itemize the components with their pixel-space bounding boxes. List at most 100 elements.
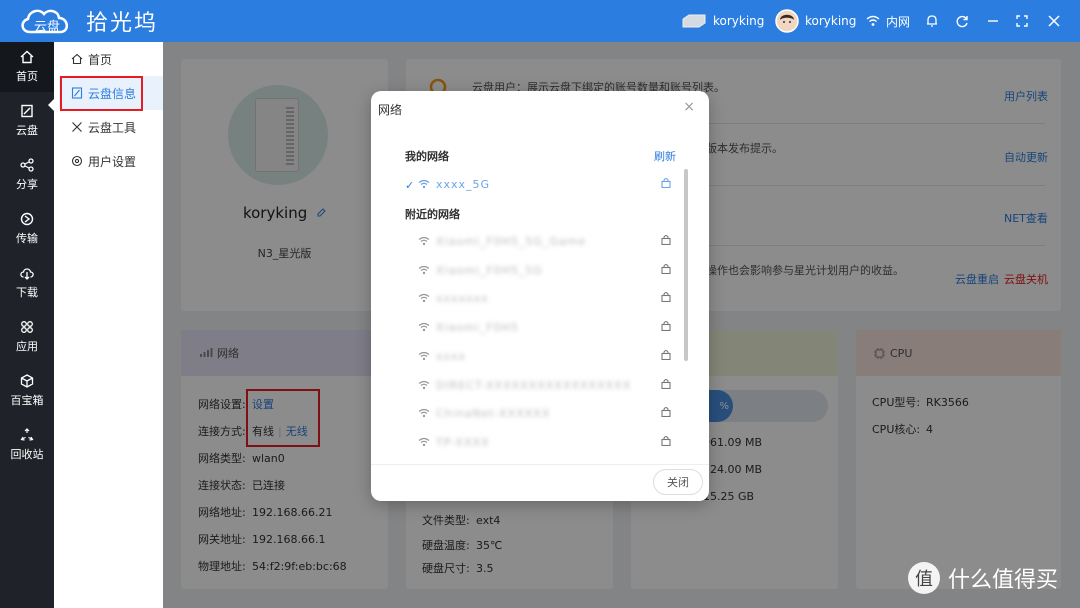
- minimize-button[interactable]: [987, 0, 1005, 42]
- tools-icon: [72, 122, 82, 132]
- avatar: [775, 9, 799, 33]
- ssid-label: xxxx: [436, 349, 467, 363]
- fullscreen-button[interactable]: [1016, 0, 1034, 42]
- sync-icon: [956, 15, 968, 28]
- lock-icon: [661, 320, 671, 331]
- sidebar-item-label: 回收站: [10, 448, 44, 461]
- subnav-item-label: 首页: [88, 52, 113, 67]
- subnav-item-label: 云盘工具: [88, 120, 137, 135]
- transfer-icon: [20, 212, 34, 226]
- close-icon: [1048, 15, 1060, 27]
- top-bar: 云盘 拾光坞 koryking koryking 内网: [0, 0, 1080, 42]
- close-dialog-button[interactable]: 关闭: [653, 469, 703, 495]
- sidebar-item-label: 百宝箱: [10, 394, 44, 407]
- sidebar-item-label: 下载: [16, 286, 38, 299]
- sidebar-item-cloud-disk[interactable]: 云盘: [0, 96, 54, 146]
- dialog-close-icon[interactable]: ×: [683, 99, 695, 115]
- wifi-icon: [866, 15, 880, 26]
- wifi-icon: [418, 408, 430, 418]
- lock-icon: [661, 177, 671, 188]
- lock-icon: [661, 263, 671, 274]
- network-label: 内网: [886, 14, 911, 29]
- nearby-network-row[interactable]: Xiaomi_F0H5_5G_Game: [418, 232, 671, 250]
- recycle-icon: [20, 428, 34, 441]
- wifi-icon: [418, 236, 430, 246]
- wifi-icon: [418, 351, 430, 361]
- sidebar-item-label: 传输: [16, 232, 38, 245]
- divider: [371, 464, 709, 465]
- notification-button[interactable]: [925, 0, 945, 42]
- lock-icon: [661, 349, 671, 360]
- wifi-icon: [418, 380, 430, 390]
- nearby-networks-heading: 附近的网络: [405, 208, 460, 221]
- ssid-label: Xiaomi_F0H5: [436, 320, 519, 334]
- watermark-text: 什么值得买: [948, 568, 1059, 593]
- watermark-badge: 值: [908, 562, 940, 594]
- user-menu[interactable]: koryking: [775, 0, 856, 42]
- nearby-network-row[interactable]: TP-XXXX: [418, 433, 671, 451]
- device-icon: [682, 14, 706, 28]
- sidebar-item-label: 云盘: [16, 124, 38, 137]
- sidebar-item-apps[interactable]: 应用: [0, 312, 54, 362]
- my-network-heading: 我的网络: [405, 150, 449, 163]
- logo-text: 云盘: [34, 19, 60, 35]
- nearby-network-row[interactable]: xxxx: [418, 347, 671, 365]
- lock-icon: [661, 435, 671, 446]
- network-dialog: 网络 × 我的网络 刷新 ✓ xxxx_5G 附近的网络 Xiaomi_F0H5…: [371, 91, 709, 501]
- app-name: 拾光坞: [86, 11, 159, 36]
- nearby-network-row[interactable]: Xiaomi_F0H5: [418, 318, 671, 336]
- lock-icon: [661, 291, 671, 302]
- sidebar: 首页 云盘 分享 传输 下载 应用 百宝箱 回收站: [0, 42, 55, 608]
- nearby-network-row[interactable]: ChinaNet-XXXXXX: [418, 404, 671, 422]
- refresh-link[interactable]: 刷新: [654, 148, 676, 164]
- toolbox-icon: [20, 374, 34, 388]
- ssid-label: xxxxxxx: [436, 291, 489, 305]
- sidebar-item-download[interactable]: 下载: [0, 258, 54, 308]
- nearby-network-row[interactable]: xxxxxxx: [418, 289, 671, 307]
- device-name-label: koryking: [713, 14, 765, 28]
- app-logo: 云盘 拾光坞: [18, 4, 158, 38]
- ssid-label: TP-XXXX: [436, 435, 490, 449]
- close-window-button[interactable]: [1048, 0, 1066, 42]
- minimize-icon: [988, 20, 998, 22]
- device-selector[interactable]: koryking: [681, 0, 764, 42]
- subnav-item-cloud-tools[interactable]: 云盘工具: [59, 110, 163, 144]
- cloud-logo-icon: 云盘: [21, 9, 68, 35]
- ssid-label: Xiaomi_F0H5_5G_Game: [436, 234, 587, 248]
- sidebar-item-recycle[interactable]: 回收站: [0, 420, 54, 470]
- user-name-label: koryking: [805, 14, 857, 28]
- subnav-item-label: 用户设置: [88, 154, 137, 169]
- wifi-icon: [418, 265, 430, 275]
- wifi-icon: [418, 179, 430, 189]
- wifi-icon: [418, 437, 430, 447]
- refresh-button[interactable]: [955, 0, 975, 42]
- fullscreen-icon: [1016, 15, 1028, 27]
- sidebar-item-transfer[interactable]: 传输: [0, 204, 54, 254]
- network-list-scrollbar[interactable]: [684, 169, 688, 361]
- download-icon: [20, 268, 34, 280]
- apps-icon: [21, 321, 33, 333]
- checkmark-icon: ✓: [405, 179, 415, 192]
- nearby-network-row[interactable]: DIRECT-XXXXXXXXXXXXXXXXX: [418, 376, 671, 394]
- share-icon: [20, 158, 34, 172]
- nearby-network-row[interactable]: Xiaomi_F0H5_5G: [418, 261, 671, 279]
- subnav-item-home[interactable]: 首页: [59, 42, 163, 76]
- sidebar-item-home[interactable]: 首页: [0, 42, 54, 92]
- sidebar-item-toolbox[interactable]: 百宝箱: [0, 366, 54, 416]
- ssid-label: Xiaomi_F0H5_5G: [436, 263, 543, 277]
- lock-icon: [661, 234, 671, 245]
- cloud-disk-icon: [21, 104, 33, 118]
- bell-icon: [927, 15, 937, 27]
- connected-network-row[interactable]: xxxx_5G: [418, 175, 671, 193]
- sub-navigation: 首页 云盘信息 云盘工具 用户设置: [54, 42, 163, 608]
- sidebar-item-label: 首页: [16, 70, 38, 83]
- network-status[interactable]: 内网: [866, 0, 910, 42]
- ssid-label: ChinaNet-XXXXXX: [436, 406, 551, 420]
- sidebar-item-label: 分享: [16, 178, 38, 191]
- dialog-title: 网络: [378, 103, 403, 117]
- subnav-item-user-settings[interactable]: 用户设置: [59, 144, 163, 178]
- sidebar-item-share[interactable]: 分享: [0, 150, 54, 200]
- ssid-label: DIRECT-XXXXXXXXXXXXXXXXX: [436, 378, 632, 392]
- annotation-box: [60, 76, 143, 111]
- home-icon: [20, 50, 34, 64]
